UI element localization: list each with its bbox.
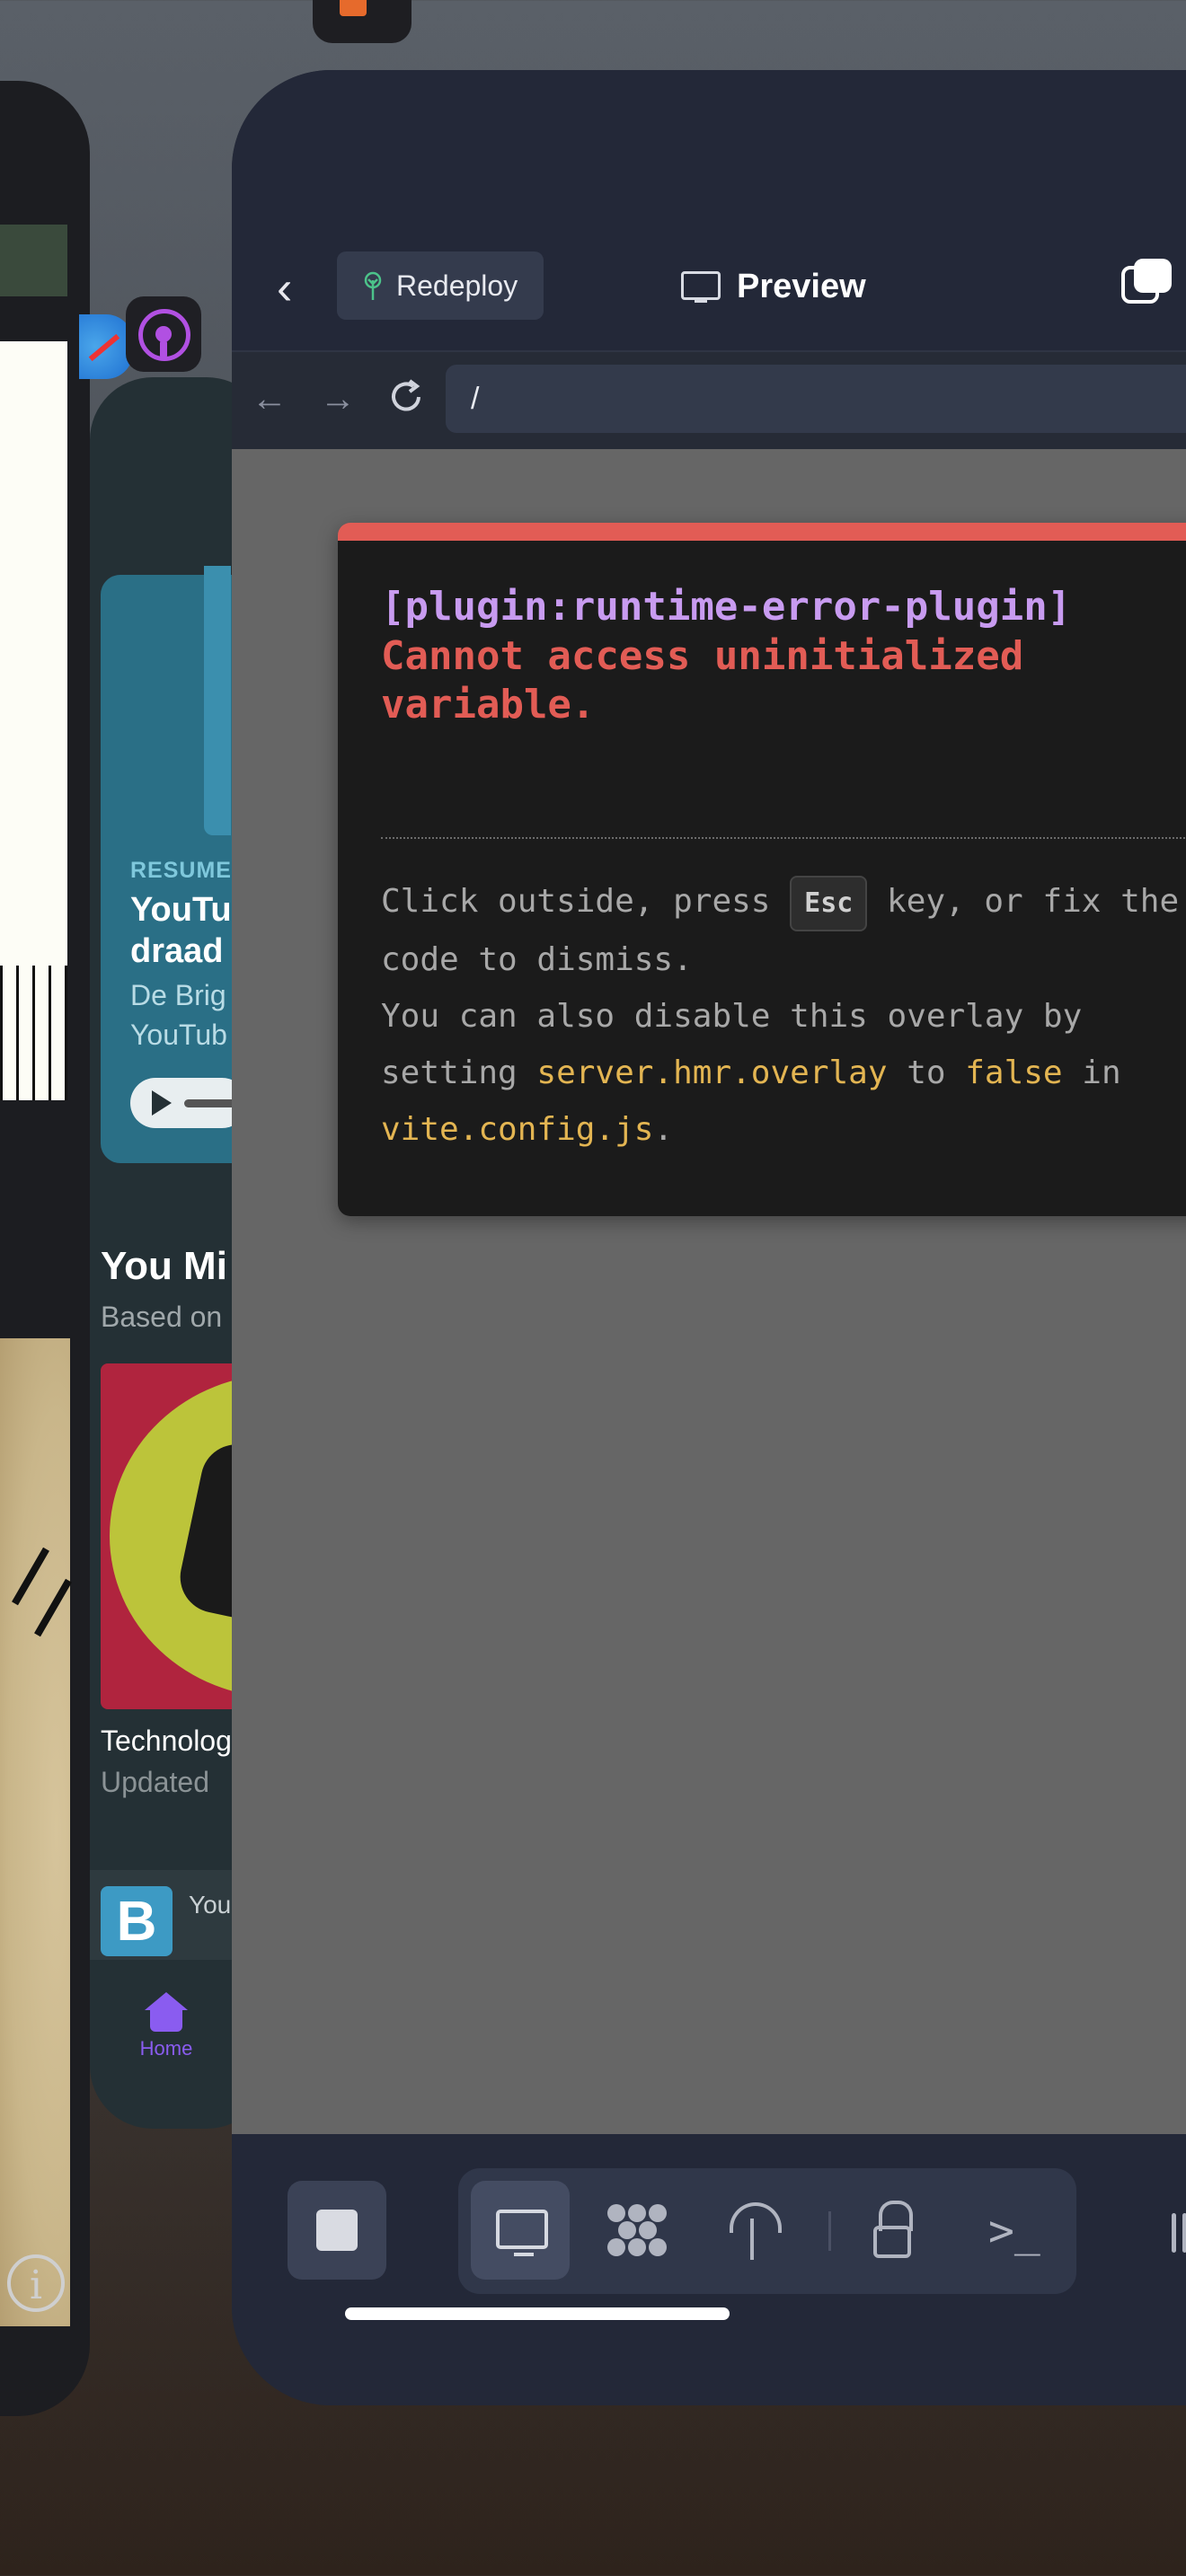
code-snippet: vite.config.js — [381, 1111, 654, 1148]
error-message: Cannot access uninitialized variable. — [381, 633, 1024, 728]
back-button[interactable]: ‹ — [277, 263, 331, 317]
url-field[interactable]: / — [446, 365, 1186, 433]
progress-bar — [184, 1099, 238, 1107]
home-indicator[interactable] — [345, 2307, 730, 2320]
tool-separator — [828, 2211, 831, 2251]
monitor-icon — [681, 271, 721, 303]
barcode-graphic — [0, 966, 67, 1100]
code-snippet: false — [965, 1054, 1063, 1091]
help-text-part: . — [653, 1111, 674, 1148]
podcasts-icon — [126, 296, 201, 372]
cluster-tool-button[interactable] — [588, 2181, 686, 2280]
resume-label: RESUME — [130, 858, 232, 883]
help-text-part: in — [1062, 1054, 1121, 1091]
safari-icon — [79, 314, 133, 379]
play-icon — [152, 1090, 172, 1116]
nav-forward-icon[interactable]: → — [320, 379, 356, 419]
redeploy-label: Redeploy — [396, 269, 518, 302]
preview-app-card[interactable]: ‹ Redeploy Preview ← → / [plugin:runtime… — [232, 70, 1186, 2405]
nav-back-icon[interactable]: ← — [252, 379, 288, 419]
preview-tool-button[interactable] — [471, 2181, 570, 2280]
card-header-strip — [0, 225, 67, 296]
episode-subtitle: De Brig YouTub — [130, 979, 227, 1051]
redeploy-button[interactable]: Redeploy — [337, 251, 544, 320]
info-icon[interactable]: i — [7, 2254, 65, 2312]
show-name: Technolog — [101, 1725, 232, 1757]
deploy-tool-button[interactable] — [703, 2181, 801, 2280]
error-help-text: Click outside, press Esc key, or fix the… — [381, 873, 1186, 1158]
mini-player-artwork: B — [101, 1886, 173, 1956]
show-updated: Updated — [101, 1766, 209, 1798]
play-button[interactable] — [130, 1078, 247, 1128]
page-title-label: Preview — [737, 268, 866, 305]
app-icon-top — [313, 0, 412, 43]
tree-icon — [364, 271, 382, 300]
code-snippet: server.hmr.overlay — [536, 1054, 888, 1091]
section-subtitle: Based on — [101, 1301, 223, 1333]
tabs-icon[interactable] — [1121, 259, 1172, 309]
more-icon[interactable] — [1172, 2213, 1186, 2253]
help-text-part: Click outside, press — [381, 883, 791, 920]
home-icon — [145, 1992, 188, 2032]
header-bar: ‹ Redeploy Preview — [232, 70, 1186, 350]
photo-preview — [0, 1338, 72, 2326]
terminal-tool-button[interactable]: >_ — [958, 2181, 1057, 2280]
show-artwork[interactable] — [101, 1363, 244, 1709]
mini-player-title: You — [189, 1891, 232, 1919]
umbrella-icon — [730, 2202, 782, 2233]
lock-tool-button[interactable] — [843, 2181, 942, 2280]
tab-home-label: Home — [139, 2037, 193, 2060]
browser-nav-bar: ← → / — [232, 350, 1186, 449]
stop-icon — [316, 2210, 358, 2251]
esc-key: Esc — [790, 876, 868, 931]
terminal-icon: >_ — [988, 2206, 1040, 2256]
app-card-left[interactable] — [0, 81, 90, 2416]
section-title: You Mi — [101, 1244, 227, 1288]
bottom-toolbar: >_ — [232, 2134, 1186, 2405]
tool-group: >_ — [458, 2168, 1076, 2294]
error-plugin-name: [plugin:runtime-error-plugin] — [381, 584, 1072, 630]
preview-viewport[interactable]: [plugin:runtime-error-plugin] Cannot acc… — [232, 449, 1186, 2134]
tab-home[interactable]: Home — [135, 1992, 198, 2060]
reload-icon[interactable] — [386, 377, 426, 417]
error-overlay: [plugin:runtime-error-plugin] Cannot acc… — [338, 523, 1186, 1216]
help-text-part: to — [887, 1054, 966, 1091]
episode-title: YouTu draad — [130, 891, 232, 970]
divider — [381, 837, 1186, 839]
stop-button[interactable] — [288, 2181, 386, 2280]
monitor-icon — [496, 2210, 548, 2256]
